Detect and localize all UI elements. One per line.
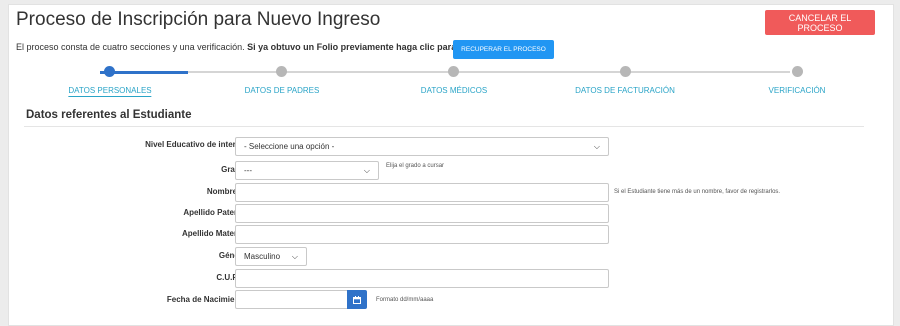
grado-select[interactable]: --- ⌵	[235, 161, 379, 180]
intro-description: El proceso consta de cuatro secciones y …	[16, 42, 245, 52]
step-medicos[interactable]: DATOS MÉDICOS	[421, 86, 487, 95]
step-dot-medicos[interactable]	[448, 66, 459, 77]
step-dot-verificacion[interactable]	[792, 66, 803, 77]
section-divider	[24, 126, 864, 127]
recover-process-button[interactable]: RECUPERAR EL PROCESO	[453, 40, 554, 59]
chevron-down-icon: ⌵	[291, 251, 298, 261]
apellido-materno-input[interactable]	[235, 225, 609, 244]
genero-select[interactable]: Masculino ⌵	[235, 247, 307, 266]
apellido-paterno-input[interactable]	[235, 204, 609, 223]
cancel-process-button[interactable]: CANCELAR EL PROCESO	[765, 10, 875, 35]
step-padres[interactable]: DATOS DE PADRES	[245, 86, 320, 95]
calendar-button[interactable]	[347, 290, 367, 309]
grado-help: Elija el grado a cursar	[386, 163, 445, 169]
nivel-select[interactable]: - Seleccione una opción - ⌵	[235, 137, 609, 156]
nivel-select-value: - Seleccione una opción -	[244, 142, 335, 151]
intro-text: El proceso consta de cuatro secciones y …	[16, 42, 456, 52]
step-dot-facturacion[interactable]	[620, 66, 631, 77]
step-verificacion[interactable]: VERIFICACIÓN	[769, 86, 826, 95]
calendar-icon	[353, 295, 361, 304]
genero-select-value: Masculino	[244, 252, 281, 261]
step-dot-personales[interactable]	[104, 66, 115, 77]
chevron-down-icon: ⌵	[593, 141, 600, 151]
nombre-help: Si el Estudiante tiene más de un nombre,…	[614, 189, 781, 195]
chevron-down-icon: ⌵	[363, 165, 370, 175]
curp-input[interactable]	[235, 269, 609, 288]
page-title: Proceso de Inscripción para Nuevo Ingres…	[16, 9, 381, 30]
step-personales[interactable]: DATOS PERSONALES	[68, 86, 152, 97]
nombre-input[interactable]	[235, 183, 609, 202]
stepper-track	[100, 71, 790, 73]
fecha-nacimiento-help: Formato dd/mm/aaaa	[376, 297, 434, 303]
fecha-nacimiento-input[interactable]	[235, 290, 348, 309]
step-dot-padres[interactable]	[276, 66, 287, 77]
step-facturacion[interactable]: DATOS DE FACTURACIÓN	[575, 86, 675, 95]
intro-recover-hint: Si ya obtuvo un Folio previamente haga c…	[247, 42, 457, 52]
grado-select-value: ---	[244, 166, 252, 175]
section-title: Datos referentes al Estudiante	[26, 109, 192, 121]
